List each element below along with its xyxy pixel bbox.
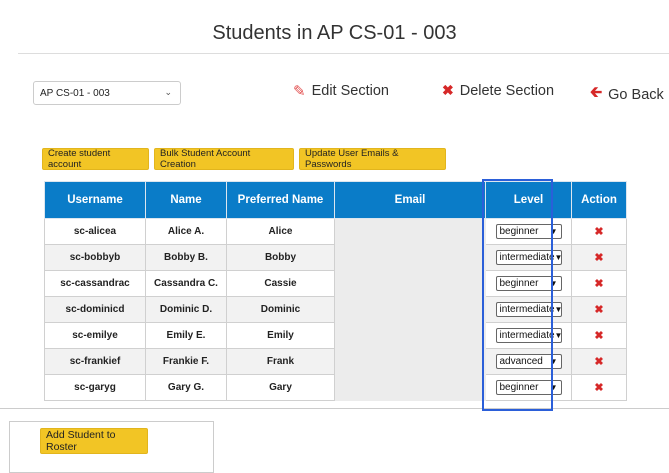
delete-section-link[interactable]: ✖ Delete Section (442, 82, 554, 99)
x-icon[interactable]: ✖ (594, 304, 603, 316)
username-cell: sc-alicea (44, 218, 146, 245)
table-scroll-boundary (0, 408, 669, 409)
chevron-down-icon: ▼ (554, 331, 563, 340)
preferred-name-cell: Bobby (226, 244, 335, 271)
preferred-name-cell: Gary (226, 374, 335, 401)
email-cell (334, 348, 486, 375)
username-cell: sc-garyg (44, 374, 146, 401)
preferred-name-cell: Emily (226, 322, 335, 349)
name-cell: Frankie F. (145, 348, 227, 375)
page-title: Students in AP CS-01 - 003 (212, 22, 457, 44)
action-cell: ✖ (571, 244, 627, 271)
preferred-name-cell: Cassie (226, 270, 335, 297)
edit-section-link[interactable]: ✎ Edit Section (293, 82, 389, 100)
preferred-name-cell: Dominic (226, 296, 335, 323)
name-cell: Alice A. (145, 218, 227, 245)
email-cell (334, 322, 486, 349)
title-divider (18, 53, 669, 54)
preferred-name-cell: Frank (226, 348, 335, 375)
edit-icon: ✎ (293, 83, 306, 100)
name-cell: Bobby B. (145, 244, 227, 271)
preferred-name-cell: Alice (226, 218, 335, 245)
username-cell: sc-frankief (44, 348, 146, 375)
edit-section-label: Edit Section (311, 83, 389, 99)
action-cell: ✖ (571, 374, 627, 401)
go-back-link[interactable]: 🡰 Go Back (590, 82, 664, 107)
section-select-value: AP CS-01 - 003 (40, 87, 110, 99)
x-icon[interactable]: ✖ (594, 278, 603, 290)
email-cell (334, 244, 486, 271)
header-name: Name (145, 181, 227, 219)
go-back-label: Go Back (608, 86, 664, 103)
x-icon[interactable]: ✖ (594, 330, 603, 342)
action-cell: ✖ (571, 296, 627, 323)
email-cell (334, 218, 486, 245)
header-action: Action (571, 181, 627, 219)
section-select[interactable]: AP CS-01 - 003 ⌄ (33, 81, 181, 105)
name-cell: Gary G. (145, 374, 227, 401)
header-email: Email (334, 181, 486, 219)
action-cell: ✖ (571, 322, 627, 349)
update-user-emails-passwords-button[interactable]: Update User Emails & Passwords (299, 148, 446, 170)
email-cell (334, 270, 486, 297)
delete-section-label: Delete Section (459, 82, 555, 99)
email-cell (334, 374, 486, 401)
chevron-down-icon: ⌄ (164, 87, 172, 97)
level-column-highlight (482, 179, 553, 411)
chevron-down-icon: ▼ (554, 305, 563, 314)
email-cell (334, 296, 486, 323)
action-cell: ✖ (571, 270, 627, 297)
action-cell: ✖ (571, 218, 627, 245)
name-cell: Emily E. (145, 322, 227, 349)
x-icon[interactable]: ✖ (594, 226, 603, 238)
x-icon[interactable]: ✖ (594, 356, 603, 368)
x-icon[interactable]: ✖ (594, 382, 603, 394)
name-cell: Cassandra C. (145, 270, 227, 297)
name-cell: Dominic D. (145, 296, 227, 323)
x-icon[interactable]: ✖ (594, 252, 603, 264)
username-cell: sc-dominicd (44, 296, 146, 323)
header-preferred-name: Preferred Name (226, 181, 335, 219)
create-student-account-button[interactable]: Create student account (42, 148, 149, 170)
username-cell: sc-emilye (44, 322, 146, 349)
x-icon: ✖ (442, 82, 454, 98)
add-student-to-roster-button[interactable]: Add Student to Roster (40, 428, 148, 454)
username-cell: sc-bobbyb (44, 244, 146, 271)
chevron-down-icon: ▼ (554, 253, 563, 262)
bulk-student-account-creation-button[interactable]: Bulk Student Account Creation (154, 148, 294, 170)
action-cell: ✖ (571, 348, 627, 375)
arrow-left-icon: 🡰 (590, 84, 603, 101)
username-cell: sc-cassandrac (44, 270, 146, 297)
header-username: Username (44, 181, 146, 219)
